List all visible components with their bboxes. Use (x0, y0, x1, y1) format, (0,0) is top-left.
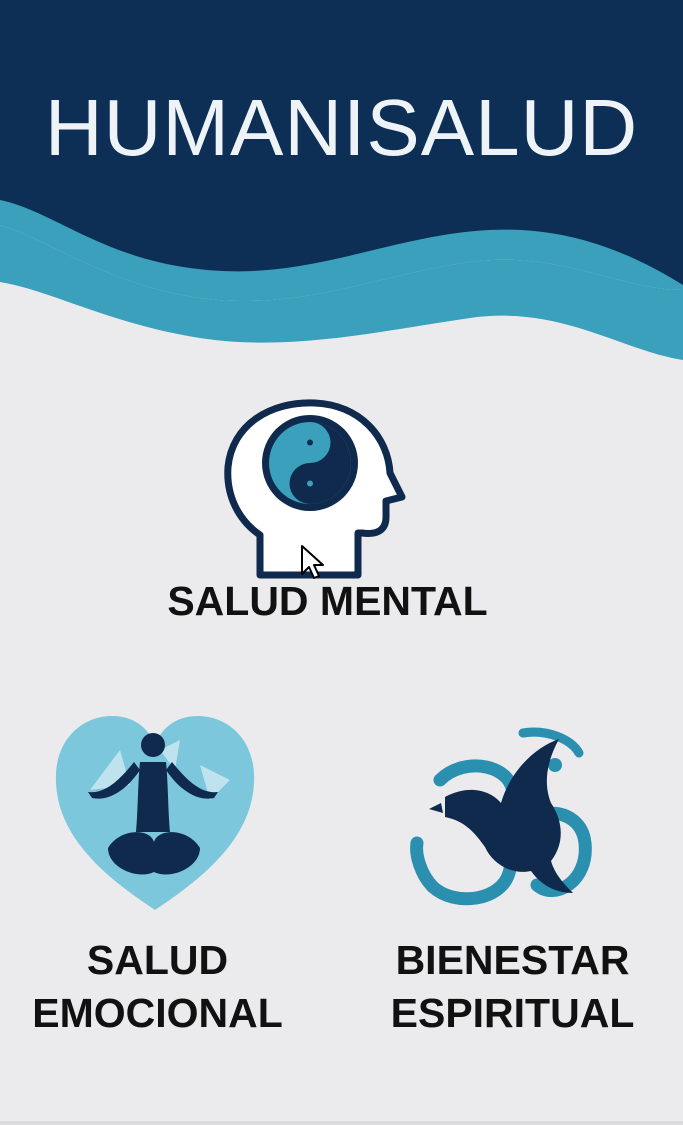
tile-label-line: EMOCIONAL (32, 990, 283, 1036)
app-title: HUMANISALUD (44, 83, 639, 172)
tile-label-salud-mental: SALUD MENTAL (140, 575, 515, 628)
tile-label-line: BIENESTAR (395, 937, 630, 983)
tile-label-bienestar-espiritual: BIENESTAR ESPIRITUAL (375, 934, 650, 1040)
header-banner: HUMANISALUD (0, 0, 683, 380)
tile-bienestar-espiritual[interactable]: BIENESTAR ESPIRITUAL (375, 715, 660, 1040)
tile-salud-emocional[interactable]: SALUD EMOCIONAL (20, 710, 320, 1040)
app-screen: HUMANISALUD SALUD MENTAL SALUD EMOCIONAL… (0, 0, 683, 1125)
om-dove-icon (405, 725, 605, 920)
tile-label-salud-emocional: SALUD EMOCIONAL (20, 934, 295, 1040)
tile-label-line: ESPIRITUAL (390, 990, 635, 1036)
tile-label-line: SALUD MENTAL (167, 578, 488, 624)
header-wave-graphic (0, 0, 683, 360)
mouse-pointer-icon (300, 544, 326, 587)
tile-salud-mental[interactable]: SALUD MENTAL (140, 395, 540, 635)
heart-meditation-icon (50, 710, 260, 920)
bottom-divider (0, 1121, 683, 1125)
tile-label-line: SALUD (86, 937, 229, 983)
